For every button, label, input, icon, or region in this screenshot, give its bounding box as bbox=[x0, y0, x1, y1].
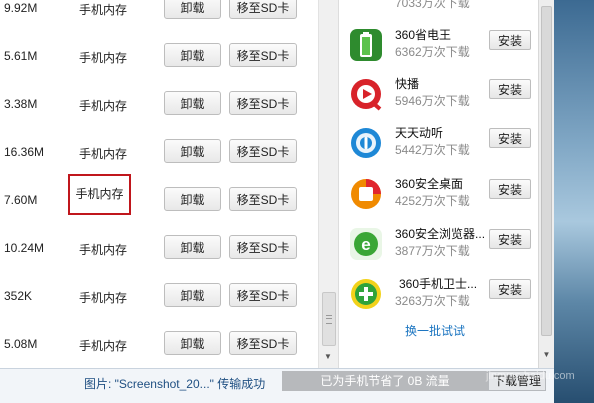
app-name[interactable]: 天天动听 bbox=[395, 124, 443, 141]
app-row: 5.08M 手机内存 卸载 移至SD卡 bbox=[0, 322, 318, 368]
app-size: 9.92M bbox=[4, 1, 38, 15]
uninstall-button[interactable]: 卸载 bbox=[164, 91, 221, 115]
traffic-saved-badge: 已为手机节省了 0B 流量 bbox=[282, 371, 488, 391]
download-count: 3877万次下载 bbox=[395, 244, 470, 258]
browser-icon[interactable]: e bbox=[349, 227, 383, 261]
move-to-sd-button[interactable]: 移至SD卡 bbox=[229, 283, 297, 307]
move-to-sd-button[interactable]: 移至SD卡 bbox=[229, 187, 297, 211]
transfer-status-text: 图片: "Screenshot_20..." 传输成功 bbox=[84, 377, 266, 391]
app-row: 7.60M 手机内存 卸载 移至SD卡 bbox=[0, 174, 318, 226]
uninstall-button[interactable]: 卸载 bbox=[164, 0, 221, 19]
app-row: 352K 手机内存 卸载 移至SD卡 bbox=[0, 274, 318, 322]
uninstall-button[interactable]: 卸载 bbox=[164, 283, 221, 307]
download-count: 3263万次下载 bbox=[395, 294, 470, 308]
app-row: 10.24M 手机内存 卸载 移至SD卡 bbox=[0, 226, 318, 274]
scroll-down-arrow-icon[interactable]: ▼ bbox=[322, 350, 334, 364]
desktop-wallpaper bbox=[554, 0, 594, 403]
uninstall-button[interactable]: 卸载 bbox=[164, 235, 221, 259]
installed-app-list: 9.92M 手机内存 卸载 移至SD卡 5.61M 手机内存 卸载 移至SD卡 … bbox=[0, 0, 318, 368]
storage-location: 手机内存 bbox=[79, 339, 128, 353]
uninstall-button[interactable]: 卸载 bbox=[164, 43, 221, 67]
storage-location: 手机内存 bbox=[79, 147, 128, 161]
app-size: 16.36M bbox=[4, 145, 45, 159]
storage-location: 手机内存 bbox=[79, 291, 128, 305]
app-name[interactable]: 360省电王 bbox=[395, 26, 451, 43]
app-row: 16.36M 手机内存 卸载 移至SD卡 bbox=[0, 130, 318, 178]
status-bar: 图片: "Screenshot_20..." 传输成功 已为手机节省了 0B 流… bbox=[0, 368, 554, 403]
storage-location: 手机内存 bbox=[79, 51, 128, 65]
app-row: 3.38M 手机内存 卸载 移至SD卡 bbox=[0, 82, 318, 130]
download-count: 6362万次下载 bbox=[395, 45, 470, 59]
uninstall-button[interactable]: 卸载 bbox=[164, 331, 221, 355]
music-player-icon[interactable] bbox=[349, 126, 383, 160]
download-count: 5946万次下载 bbox=[395, 94, 470, 108]
recommended-app: 天天动听 5442万次下载 安装 bbox=[339, 122, 539, 172]
app-row: 5.61M 手机内存 卸载 移至SD卡 bbox=[0, 34, 318, 82]
move-to-sd-button[interactable]: 移至SD卡 bbox=[229, 331, 297, 355]
app-size: 7.60M bbox=[4, 193, 38, 207]
uninstall-button[interactable]: 卸载 bbox=[164, 139, 221, 163]
install-button[interactable]: 安装 bbox=[489, 229, 531, 249]
mobile-guard-icon[interactable] bbox=[349, 277, 383, 311]
download-manager-button[interactable]: 下载管理 bbox=[488, 371, 546, 391]
battery-saver-icon[interactable] bbox=[349, 28, 383, 62]
install-button[interactable]: 安装 bbox=[489, 30, 531, 50]
recommended-app: e 360安全浏览器... 3877万次下载 安装 bbox=[339, 223, 539, 273]
app-size: 10.24M bbox=[4, 241, 45, 255]
app-row: 9.92M 手机内存 卸载 移至SD卡 bbox=[0, 0, 318, 34]
recommended-app: 快播 5946万次下载 安装 bbox=[339, 73, 539, 123]
move-to-sd-button[interactable]: 移至SD卡 bbox=[229, 0, 297, 19]
recommended-app: 360省电王 6362万次下载 安装 bbox=[339, 24, 539, 74]
recommended-apps-panel: 7033万次下载 360省电王 6362万次下载 安装 快播 5946万次下载 … bbox=[338, 0, 538, 368]
app-size: 352K bbox=[4, 289, 33, 303]
launcher-icon[interactable] bbox=[349, 177, 383, 211]
install-button[interactable]: 安装 bbox=[489, 279, 531, 299]
scroll-down-arrow-icon[interactable]: ▼ bbox=[541, 348, 552, 362]
install-button[interactable]: 安装 bbox=[489, 79, 531, 99]
qvod-player-icon[interactable] bbox=[349, 77, 383, 111]
recommended-app: 360安全桌面 4252万次下载 安装 bbox=[339, 173, 539, 223]
storage-location-highlighted: 手机内存 bbox=[68, 174, 131, 215]
move-to-sd-button[interactable]: 移至SD卡 bbox=[229, 91, 297, 115]
download-count: 4252万次下载 bbox=[395, 194, 470, 208]
storage-location: 手机内存 bbox=[79, 3, 128, 17]
install-button[interactable]: 安装 bbox=[489, 128, 531, 148]
app-size: 5.61M bbox=[4, 49, 38, 63]
partial-download-count: 7033万次下载 bbox=[395, 0, 470, 10]
storage-location: 手机内存 bbox=[79, 243, 128, 257]
app-name[interactable]: 360安全浏览器... bbox=[395, 225, 485, 242]
move-to-sd-button[interactable]: 移至SD卡 bbox=[229, 43, 297, 67]
svg-text:e: e bbox=[361, 235, 370, 254]
app-size: 5.08M bbox=[4, 337, 38, 351]
download-count: 5442万次下载 bbox=[395, 143, 470, 157]
recommend-scrollbar[interactable]: ▼ bbox=[538, 0, 554, 368]
grip-icon bbox=[326, 315, 332, 324]
storage-location: 手机内存 bbox=[79, 99, 128, 113]
app-list-scrollbar[interactable]: ▼ bbox=[318, 0, 338, 368]
refresh-recommendations-link[interactable]: 换一批试试 bbox=[405, 322, 465, 339]
app-name[interactable]: 360安全桌面 bbox=[395, 175, 463, 192]
move-to-sd-button[interactable]: 移至SD卡 bbox=[229, 235, 297, 259]
app-name[interactable]: 快播 bbox=[395, 75, 419, 92]
app-size: 3.38M bbox=[4, 97, 38, 111]
scrollbar-thumb[interactable] bbox=[541, 6, 552, 336]
recommended-app: 360手机卫士... 3263万次下载 安装 bbox=[339, 273, 539, 323]
scrollbar-thumb[interactable] bbox=[322, 292, 336, 346]
app-name[interactable]: 360手机卫士... bbox=[399, 275, 477, 292]
move-to-sd-button[interactable]: 移至SD卡 bbox=[229, 139, 297, 163]
install-button[interactable]: 安装 bbox=[489, 179, 531, 199]
uninstall-button[interactable]: 卸载 bbox=[164, 187, 221, 211]
